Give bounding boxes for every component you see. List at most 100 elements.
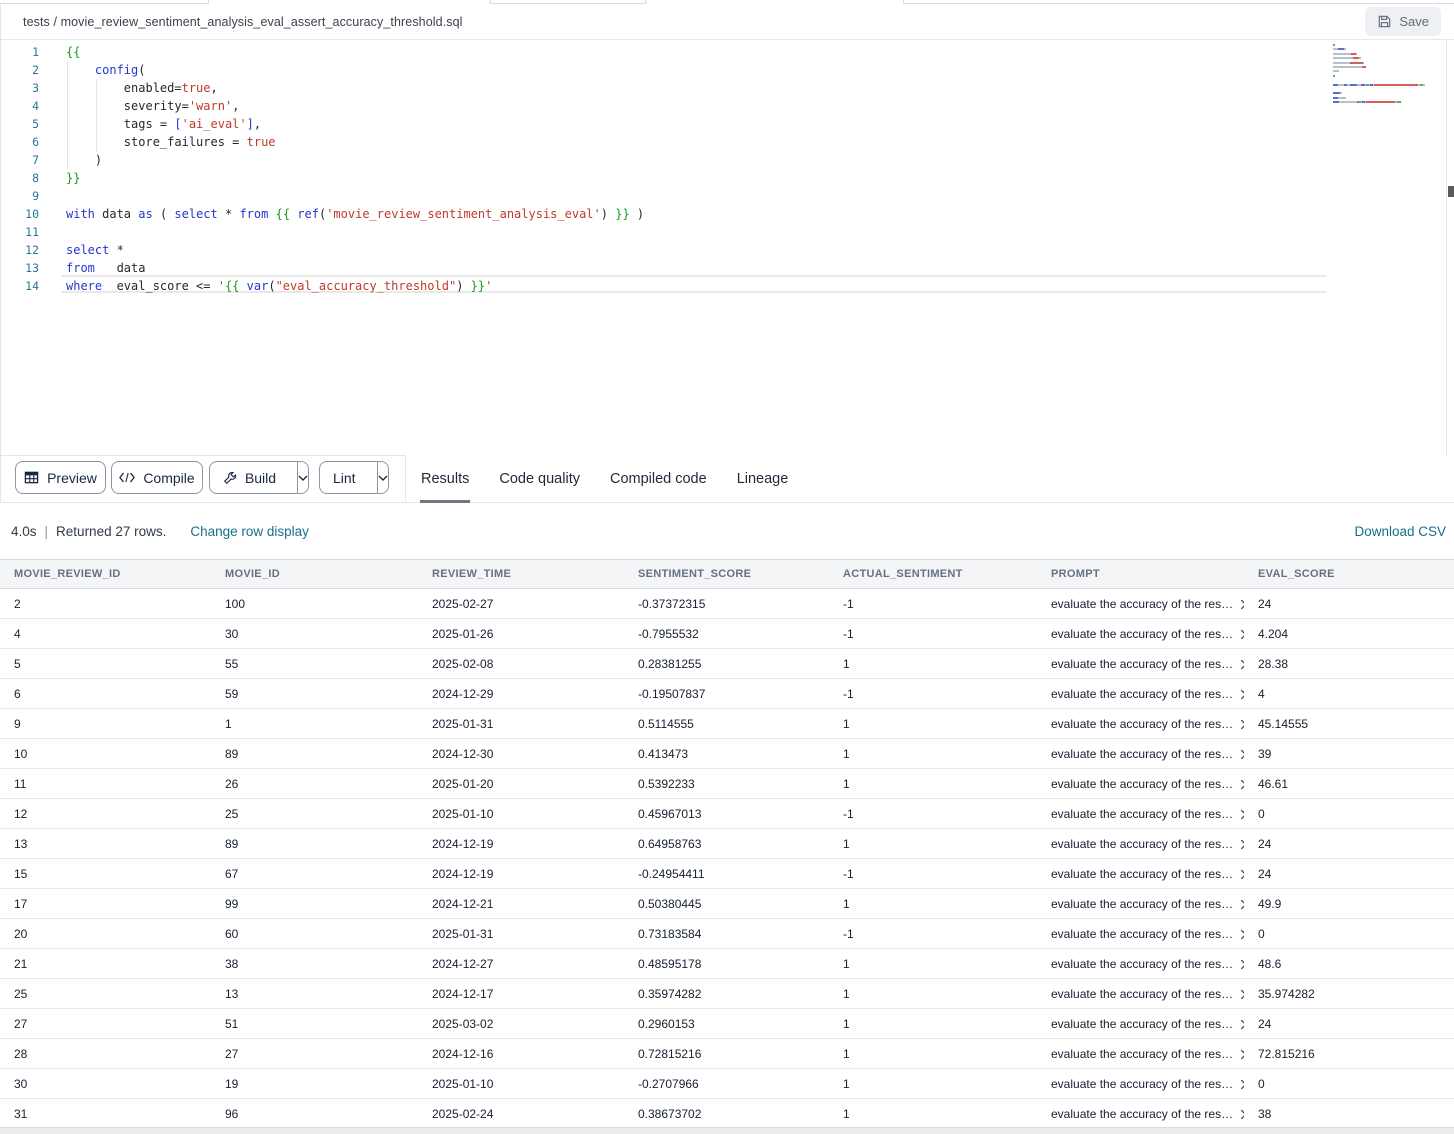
code-editor[interactable]: 1234567891011121314 {{ config( enabled=t… xyxy=(0,40,1454,455)
compile-button[interactable]: Compile xyxy=(111,461,203,494)
save-button[interactable]: Save xyxy=(1365,7,1441,36)
code-line[interactable]: where eval_score <= '{{ var("eval_accura… xyxy=(66,277,644,295)
cell: 24 xyxy=(1244,589,1454,618)
prompt-cell[interactable]: evaluate the accuracy of the res… xyxy=(1037,589,1244,618)
editor-scrollbar-thumb[interactable] xyxy=(1448,186,1454,197)
code-line[interactable]: }} xyxy=(66,169,644,187)
cell: 27 xyxy=(0,1009,211,1038)
cell: 2 xyxy=(0,589,211,618)
editor-gutter: 1234567891011121314 xyxy=(1,43,45,295)
cell: 1 xyxy=(829,889,1037,918)
lint-button[interactable]: Lint xyxy=(320,462,369,493)
prompt-cell[interactable]: evaluate the accuracy of the res… xyxy=(1037,1069,1244,1098)
cell: 1 xyxy=(829,979,1037,1008)
prompt-cell[interactable]: evaluate the accuracy of the res… xyxy=(1037,979,1244,1008)
line-number: 5 xyxy=(1,115,45,133)
results-status-bar: 4.0s | Returned 27 rows. Change row disp… xyxy=(0,504,1454,559)
code-line[interactable]: enabled=true, xyxy=(66,79,644,97)
prompt-cell[interactable]: evaluate the accuracy of the res… xyxy=(1037,649,1244,678)
prompt-preview-text: evaluate the accuracy of the res… xyxy=(1051,897,1233,911)
prompt-cell[interactable]: evaluate the accuracy of the res… xyxy=(1037,709,1244,738)
wrench-icon xyxy=(223,471,237,485)
code-line[interactable]: ) xyxy=(66,151,644,169)
cell: 100 xyxy=(211,589,418,618)
cell: 59 xyxy=(211,679,418,708)
table-row: 6592024-12-29-0.19507837-1evaluate the a… xyxy=(0,679,1454,709)
line-number: 2 xyxy=(1,61,45,79)
cell: 2025-02-24 xyxy=(418,1099,624,1128)
prompt-cell[interactable]: evaluate the accuracy of the res… xyxy=(1037,619,1244,648)
line-number: 7 xyxy=(1,151,45,169)
line-number: 3 xyxy=(1,79,45,97)
cell: 27 xyxy=(211,1039,418,1068)
cell: 1 xyxy=(829,1069,1037,1098)
tab-code-quality[interactable]: Code quality xyxy=(484,455,595,503)
line-number: 6 xyxy=(1,133,45,151)
cell: 24 xyxy=(1244,1009,1454,1038)
prompt-cell[interactable]: evaluate the accuracy of the res… xyxy=(1037,739,1244,768)
cell: 48.6 xyxy=(1244,949,1454,978)
code-line[interactable]: store_failures = true xyxy=(66,133,644,151)
preview-table-icon xyxy=(24,470,39,485)
prompt-preview-text: evaluate the accuracy of the res… xyxy=(1051,987,1233,1001)
build-dropdown-button[interactable] xyxy=(297,462,308,493)
code-line[interactable]: from data xyxy=(66,259,644,277)
cell: 1 xyxy=(829,649,1037,678)
cell: 55 xyxy=(211,649,418,678)
change-row-display-link[interactable]: Change row display xyxy=(190,524,309,539)
cell: 2025-01-26 xyxy=(418,619,624,648)
code-line[interactable]: with data as ( select * from {{ ref('mov… xyxy=(66,205,644,223)
prompt-cell[interactable]: evaluate the accuracy of the res… xyxy=(1037,829,1244,858)
prompt-cell[interactable]: evaluate the accuracy of the res… xyxy=(1037,859,1244,888)
cell: 1 xyxy=(829,1039,1037,1068)
prompt-cell[interactable]: evaluate the accuracy of the res… xyxy=(1037,1009,1244,1038)
cell: 2024-12-30 xyxy=(418,739,624,768)
prompt-cell[interactable]: evaluate the accuracy of the res… xyxy=(1037,919,1244,948)
cell: 0.413473 xyxy=(624,739,829,768)
prompt-cell[interactable]: evaluate the accuracy of the res… xyxy=(1037,1039,1244,1068)
cell: 0.5114555 xyxy=(624,709,829,738)
lint-button-label: Lint xyxy=(333,470,356,486)
cell: 0.45967013 xyxy=(624,799,829,828)
code-line[interactable]: {{ xyxy=(66,43,644,61)
cell: 2024-12-17 xyxy=(418,979,624,1008)
code-line[interactable]: select * xyxy=(66,241,644,259)
tab-lineage[interactable]: Lineage xyxy=(722,455,804,503)
query-duration: 4.0s xyxy=(11,524,37,539)
prompt-cell[interactable]: evaluate the accuracy of the res… xyxy=(1037,799,1244,828)
cell: 60 xyxy=(211,919,418,948)
prompt-cell[interactable]: evaluate the accuracy of the res… xyxy=(1037,679,1244,708)
cell: -1 xyxy=(829,679,1037,708)
prompt-cell[interactable]: evaluate the accuracy of the res… xyxy=(1037,889,1244,918)
cell: 24 xyxy=(1244,859,1454,888)
prompt-cell[interactable]: evaluate the accuracy of the res… xyxy=(1037,769,1244,798)
code-line[interactable] xyxy=(66,187,644,205)
cell: 2025-03-02 xyxy=(418,1009,624,1038)
prompt-cell[interactable]: evaluate the accuracy of the res… xyxy=(1037,949,1244,978)
tab-code-quality-label: Code quality xyxy=(499,471,580,487)
cell: 96 xyxy=(211,1099,418,1128)
divider xyxy=(1,455,405,456)
code-line[interactable]: severity='warn', xyxy=(66,97,644,115)
cell: 0.48595178 xyxy=(624,949,829,978)
download-csv-link[interactable]: Download CSV xyxy=(1354,524,1446,539)
result-tabs: Results Code quality Compiled code Linea… xyxy=(406,455,803,503)
cell: 12 xyxy=(0,799,211,828)
prompt-cell[interactable]: evaluate the accuracy of the res… xyxy=(1037,1099,1244,1128)
horizontal-scrollbar-track[interactable] xyxy=(0,1127,1454,1134)
code-line[interactable] xyxy=(66,223,644,241)
preview-button[interactable]: Preview xyxy=(15,461,106,494)
column-header: SENTIMENT_SCORE xyxy=(624,560,829,588)
cell: 13 xyxy=(0,829,211,858)
tab-compiled-code[interactable]: Compiled code xyxy=(595,455,722,503)
prompt-preview-text: evaluate the accuracy of the res… xyxy=(1051,1107,1233,1121)
cell: 0.5392233 xyxy=(624,769,829,798)
minimap[interactable] xyxy=(1333,44,1443,105)
cell: 51 xyxy=(211,1009,418,1038)
build-button[interactable]: Build xyxy=(210,462,289,493)
tab-results[interactable]: Results xyxy=(406,455,484,503)
lint-dropdown-button[interactable] xyxy=(377,462,388,493)
code-line[interactable]: config( xyxy=(66,61,644,79)
code-line[interactable]: tags = ['ai_eval'], xyxy=(66,115,644,133)
cell: 89 xyxy=(211,739,418,768)
